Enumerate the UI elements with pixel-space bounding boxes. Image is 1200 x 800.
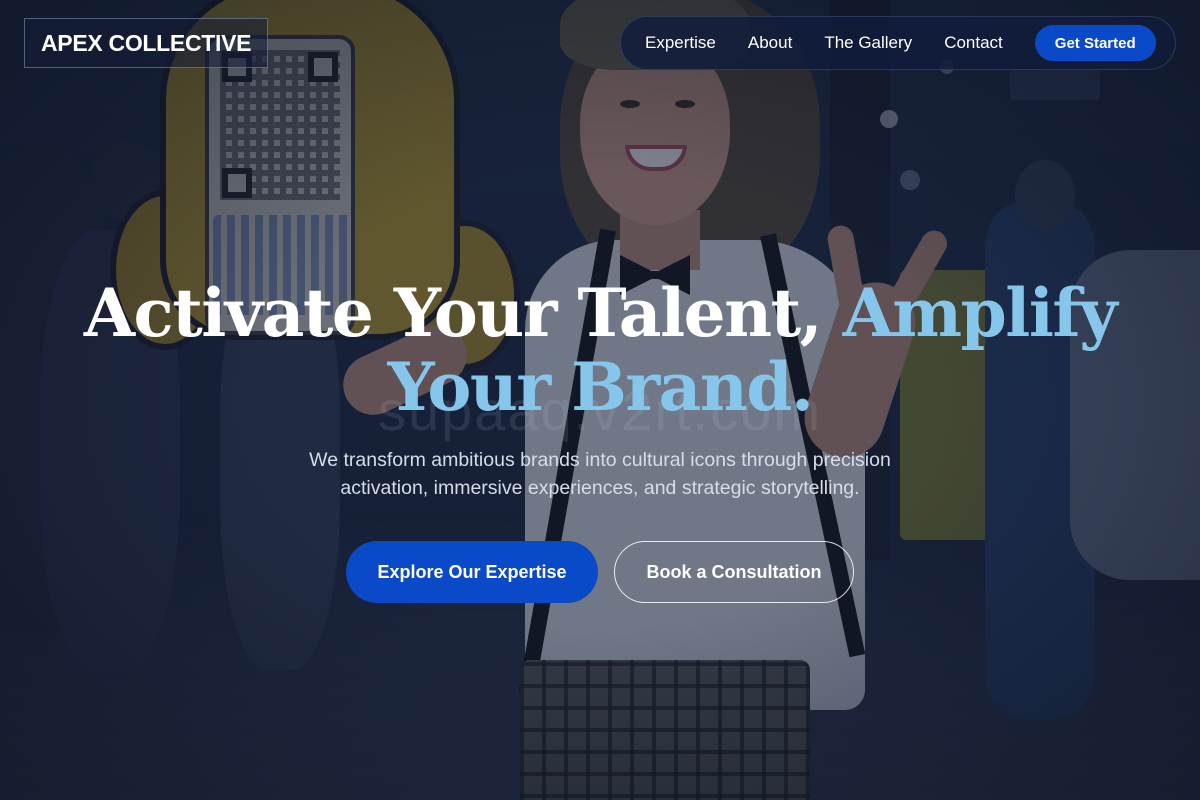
get-started-button[interactable]: Get Started [1034,25,1156,61]
book-consultation-button[interactable]: Book a Consultation [614,541,854,603]
hero-title: Activate Your Talent, Amplify Your Brand… [0,276,1200,424]
nav-link-gallery[interactable]: The Gallery [824,33,912,53]
hero-subtitle: We transform ambitious brands into cultu… [309,449,891,499]
brand-logo[interactable]: APEX COLLECTIVE [24,18,269,68]
nav-link-contact[interactable]: Contact [944,33,1003,53]
main-nav: Expertise About The Gallery Contact Get … [620,16,1176,70]
explore-expertise-button[interactable]: Explore Our Expertise [346,541,598,603]
nav-link-about[interactable]: About [748,33,792,53]
nav-link-expertise[interactable]: Expertise [645,33,716,53]
hero-title-main: Activate Your Talent, [83,274,843,352]
